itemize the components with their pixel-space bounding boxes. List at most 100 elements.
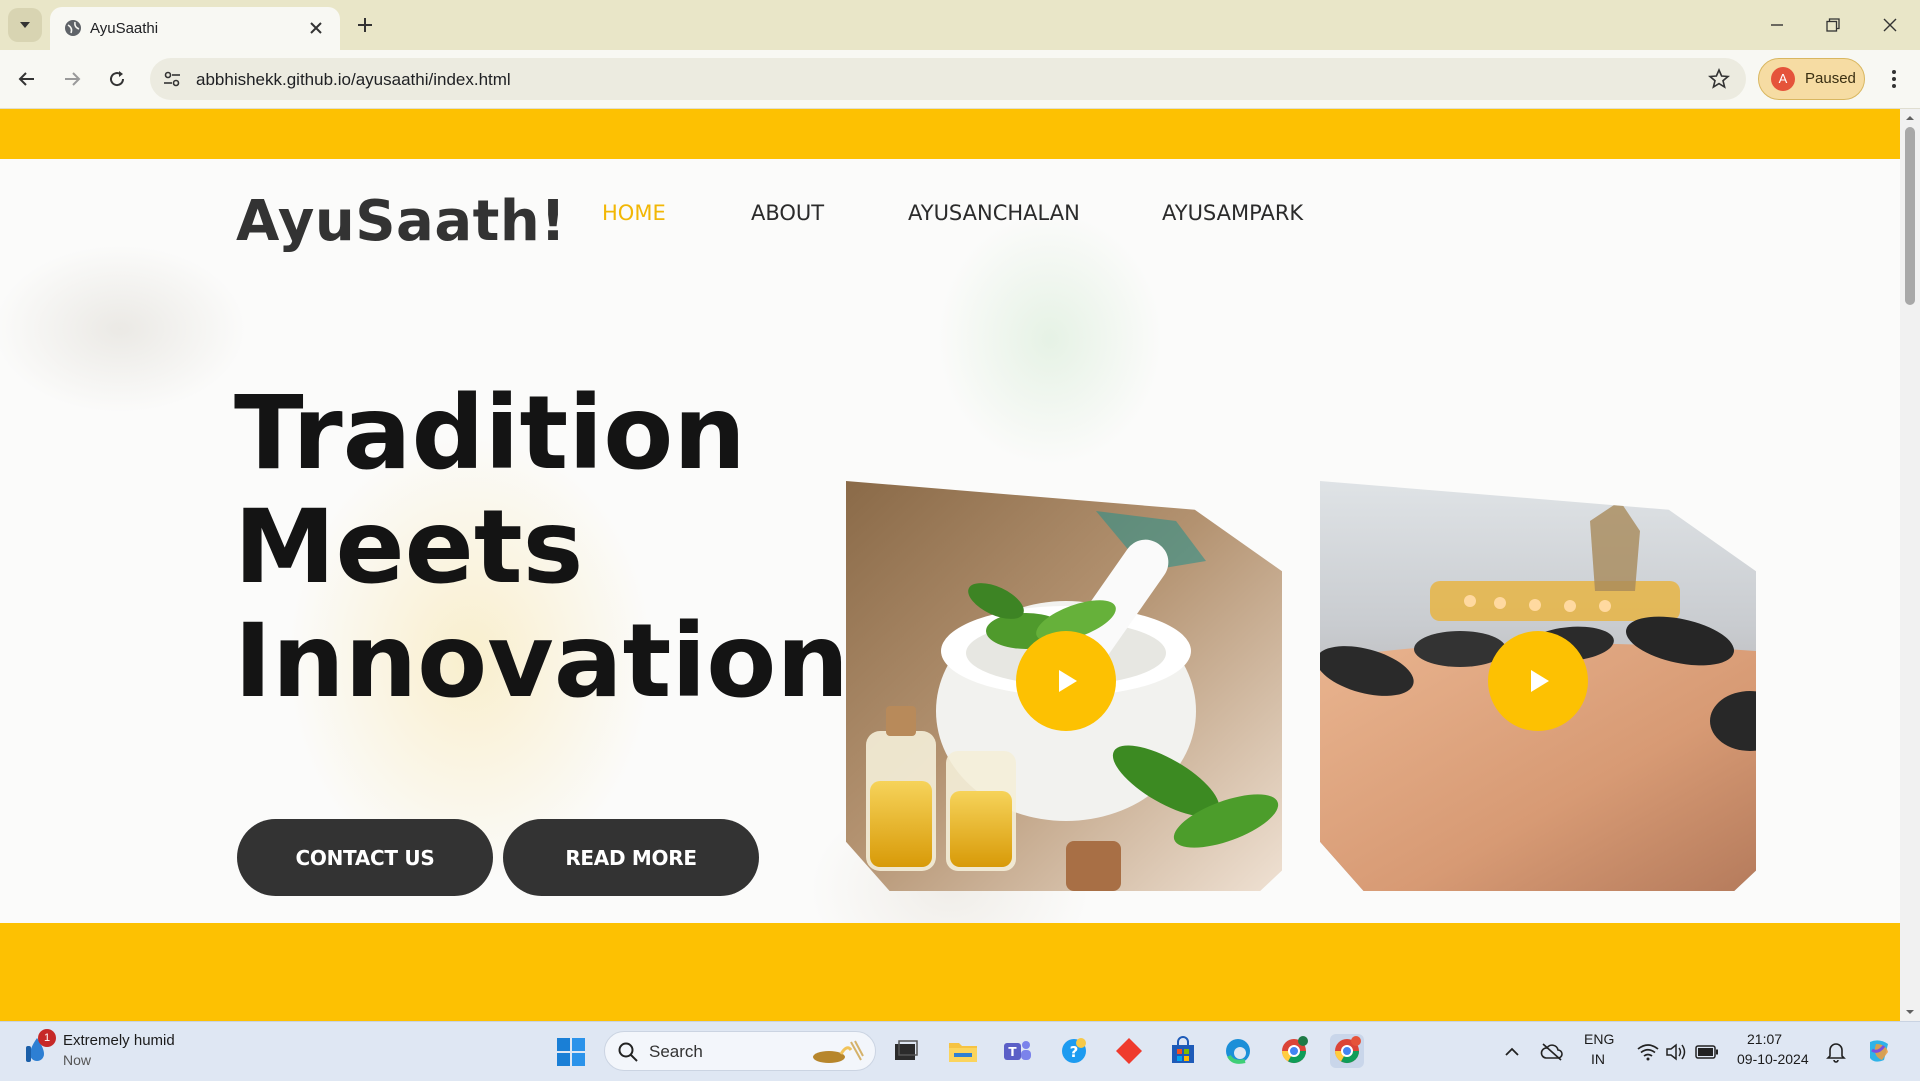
- browser-menu-button[interactable]: [1880, 64, 1908, 94]
- scroll-down-icon[interactable]: [1900, 1005, 1920, 1019]
- chrome-profile-app[interactable]: [1277, 1034, 1311, 1068]
- chevron-up-icon: [1505, 1047, 1519, 1056]
- copilot-app[interactable]: [1862, 1034, 1896, 1068]
- file-explorer-app[interactable]: [946, 1034, 980, 1068]
- globe-icon: [65, 20, 81, 36]
- weather-subtext: Now: [63, 1052, 92, 1068]
- top-accent-band: [0, 109, 1900, 159]
- teams-app[interactable]: T: [1000, 1034, 1034, 1068]
- help-icon: ?: [1062, 1038, 1086, 1063]
- wifi-icon: [1637, 1044, 1659, 1061]
- browser-tab-strip: AyuSaathi: [0, 0, 1920, 50]
- plus-icon: [358, 18, 372, 32]
- copilot-weather-app[interactable]: ?: [1057, 1034, 1091, 1068]
- diya-lamp-icon: [813, 1040, 864, 1063]
- svg-text:T: T: [1008, 1045, 1017, 1059]
- windows-start-icon[interactable]: [556, 1037, 586, 1067]
- play-button[interactable]: [1488, 631, 1588, 731]
- herbal-mortar-oils-video[interactable]: [846, 481, 1282, 891]
- headline-line-1: Tradition: [234, 374, 746, 493]
- notifications-button[interactable]: [1824, 1040, 1848, 1064]
- headline-line-3: Innovation: [234, 602, 849, 721]
- close-icon: [310, 22, 322, 34]
- edge-icon: [1226, 1039, 1250, 1064]
- back-button[interactable]: [12, 64, 42, 94]
- site-info-icon: [164, 71, 180, 87]
- scroll-up-icon[interactable]: [1900, 111, 1920, 125]
- forward-button[interactable]: [57, 64, 87, 94]
- microsoft-store-app[interactable]: [1166, 1034, 1200, 1068]
- hero-section: AyuSaath! HOME ABOUT AYUSANCHALAN AYUSAM…: [0, 159, 1900, 923]
- clock-time[interactable]: 21:07: [1747, 1031, 1782, 1047]
- minimize-button[interactable]: [1764, 12, 1790, 38]
- arrow-right-icon: [65, 72, 81, 86]
- hero-headline: Tradition Meets Innovation: [234, 377, 854, 719]
- cloud-off-icon: [1540, 1043, 1563, 1061]
- tab-close-button[interactable]: [306, 18, 326, 38]
- anydesk-app[interactable]: [1112, 1034, 1146, 1068]
- minimize-icon: [1771, 24, 1783, 26]
- bookmark-star-icon[interactable]: [1708, 68, 1730, 90]
- url-text: abbhishekk.github.io/ayusaathi/index.htm…: [196, 70, 511, 89]
- close-icon: [1883, 18, 1897, 32]
- play-icon: [1059, 670, 1077, 692]
- chrome-icon: [1335, 1036, 1361, 1064]
- chevron-down-icon: [20, 22, 30, 28]
- arrow-left-icon: [18, 72, 34, 86]
- speaker-icon: [1666, 1043, 1686, 1061]
- read-more-button[interactable]: READ MORE: [503, 819, 759, 896]
- new-tab-button[interactable]: [352, 12, 378, 38]
- avatar: A: [1771, 67, 1795, 91]
- browser-toolbar: abbhishekk.github.io/ayusaathi/index.htm…: [0, 50, 1920, 109]
- wifi-status[interactable]: [1636, 1040, 1660, 1064]
- nav-about[interactable]: ABOUT: [751, 201, 824, 225]
- play-icon: [1531, 670, 1549, 692]
- chrome-active-app[interactable]: [1330, 1034, 1364, 1068]
- hot-stone-massage-video[interactable]: [1320, 481, 1756, 891]
- teams-icon: T: [1004, 1041, 1031, 1060]
- chrome-icon: [1282, 1036, 1308, 1064]
- language-indicator[interactable]: ENG: [1584, 1031, 1614, 1047]
- search-placeholder: Search: [649, 1042, 703, 1061]
- edge-app[interactable]: [1221, 1034, 1255, 1068]
- address-bar[interactable]: abbhishekk.github.io/ayusaathi/index.htm…: [150, 58, 1746, 100]
- onedrive-status[interactable]: [1540, 1040, 1564, 1064]
- volume-status[interactable]: [1664, 1040, 1688, 1064]
- svg-text:?: ?: [1070, 1043, 1079, 1061]
- play-button[interactable]: [1016, 631, 1116, 731]
- search-icon: [618, 1042, 638, 1062]
- store-icon: [1172, 1036, 1194, 1063]
- page-viewport: AyuSaath! HOME ABOUT AYUSANCHALAN AYUSAM…: [0, 109, 1900, 1021]
- nav-ayusampark[interactable]: AYUSAMPARK: [1162, 201, 1303, 225]
- taskbar-search[interactable]: Search: [604, 1031, 876, 1071]
- show-hidden-icons-button[interactable]: [1500, 1040, 1524, 1064]
- nav-home[interactable]: HOME: [602, 201, 666, 225]
- notification-badge: 1: [38, 1029, 56, 1047]
- profile-status: Paused: [1805, 70, 1856, 87]
- restore-icon: [1826, 18, 1840, 32]
- diamond-icon: [1116, 1038, 1142, 1064]
- site-logo[interactable]: AyuSaath!: [236, 189, 566, 254]
- page-scrollbar[interactable]: [1900, 109, 1920, 1021]
- scrollbar-thumb[interactable]: [1905, 127, 1915, 305]
- clock-date[interactable]: 09-10-2024: [1737, 1051, 1809, 1067]
- bottom-accent-band: [0, 923, 1900, 1021]
- headline-line-2: Meets: [234, 488, 584, 607]
- reload-button[interactable]: [102, 64, 132, 94]
- contact-us-button[interactable]: CONTACT US: [237, 819, 493, 896]
- profile-button[interactable]: A Paused: [1758, 58, 1865, 100]
- weather-text[interactable]: Extremely humid: [63, 1032, 175, 1049]
- copilot-icon: [1870, 1040, 1888, 1062]
- task-view-app[interactable]: [889, 1034, 923, 1068]
- nav-ayusanchalan[interactable]: AYUSANCHALAN: [908, 201, 1080, 225]
- folder-icon: [949, 1043, 977, 1062]
- task-view-icon: [895, 1040, 918, 1060]
- tab-search-button[interactable]: [8, 8, 42, 42]
- region-indicator: IN: [1591, 1051, 1605, 1067]
- battery-status[interactable]: [1695, 1040, 1719, 1064]
- battery-icon: [1695, 1045, 1718, 1059]
- restore-button[interactable]: [1820, 12, 1846, 38]
- close-window-button[interactable]: [1877, 12, 1903, 38]
- browser-tab-active[interactable]: AyuSaathi: [50, 7, 340, 50]
- bell-icon: [1826, 1043, 1846, 1063]
